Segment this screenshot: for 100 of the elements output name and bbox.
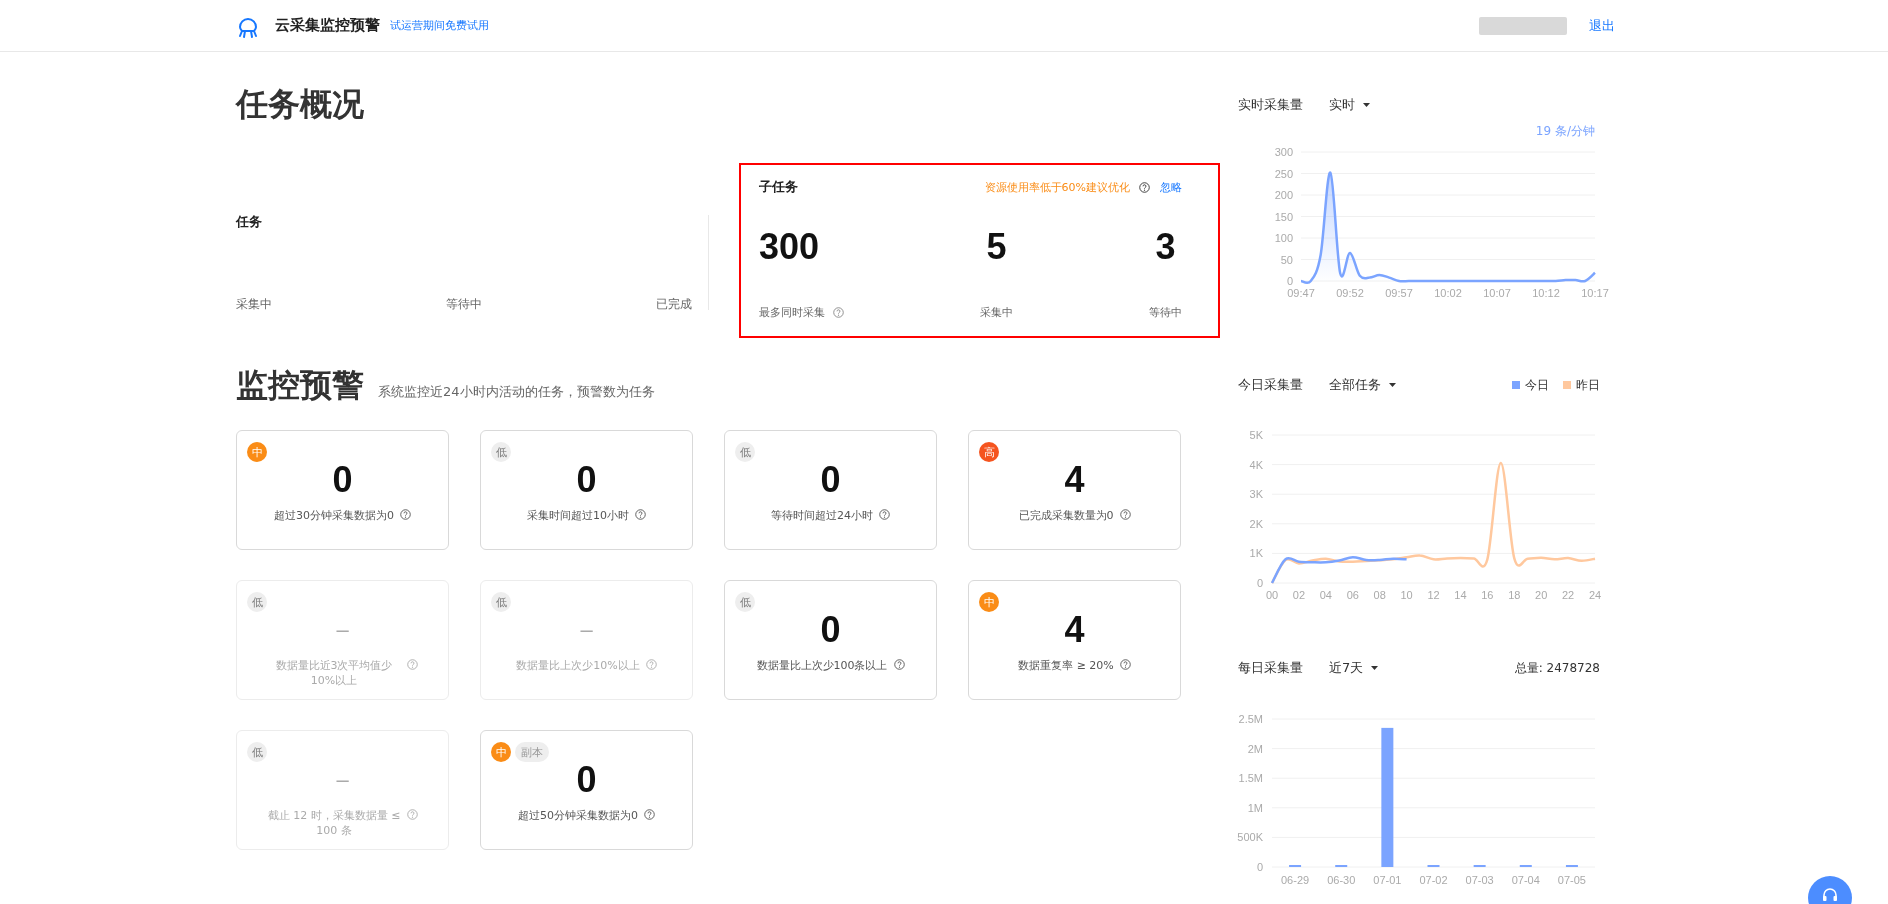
alert-count: 4 [1064, 610, 1085, 650]
help-icon[interactable] [879, 509, 890, 520]
alert-label: 截止 12 时，采集数据量 ≤ 100 条 [267, 808, 401, 838]
y-axis-label: 2.5M [1238, 713, 1263, 725]
x-axis-label: 10:07 [1483, 287, 1511, 299]
x-axis-label: 12 [1427, 589, 1440, 601]
range-dropdown[interactable]: 实时 [1329, 96, 1370, 114]
warning-text: 资源使用率低于60%建议优化 [984, 179, 1130, 195]
x-axis-label: 07-03 [1465, 874, 1494, 886]
stat-label: 采集中 [980, 305, 1013, 320]
y-axis-label: 100 [1274, 232, 1293, 244]
help-icon[interactable] [635, 509, 646, 520]
legend-label[interactable]: 今日 [1525, 376, 1549, 394]
alert-count: 0 [576, 760, 597, 800]
x-axis-label: 10 [1400, 589, 1413, 601]
logout-link[interactable]: 退出 [1589, 16, 1615, 35]
x-axis-label: 20 [1535, 589, 1548, 601]
alert-label: 数据量比上次少100条以上 [756, 658, 888, 673]
help-icon[interactable] [644, 809, 655, 820]
y-axis-label: 1K [1249, 547, 1263, 560]
help-icon[interactable] [893, 659, 905, 670]
alert-label: 采集时间超过10小时 [527, 508, 629, 523]
status-label: 等待中 [446, 296, 482, 313]
y-axis-label: 200 [1274, 189, 1293, 201]
headset-icon [1822, 888, 1838, 902]
x-axis-label: 14 [1454, 589, 1467, 601]
panel-title: 今日采集量 [1238, 376, 1303, 394]
alert-count: 4 [1064, 460, 1085, 500]
caret-icon [1371, 666, 1379, 670]
x-axis-label: 16 [1481, 589, 1494, 601]
alert-card[interactable]: 中 副本 0 超过50分钟采集数据为0 [480, 730, 693, 850]
help-icon[interactable] [833, 307, 844, 318]
status-label: 已完成 [656, 296, 692, 313]
panel-title: 子任务 [759, 178, 799, 196]
x-axis-label: 09:57 [1385, 287, 1413, 299]
y-axis-label: 3K [1249, 488, 1263, 501]
panel-title: 任务 [236, 213, 263, 231]
alert-label: 数据重复率 ≥ 20% [1018, 658, 1114, 673]
y-axis-label: 50 [1280, 253, 1293, 266]
total-count: 总量: 2478728 [1514, 659, 1600, 677]
level-badge: 低 [247, 592, 267, 612]
app-title: 云采集监控预警 [275, 16, 380, 35]
alert-label: 数据量比近3次平均值少10%以上 [274, 658, 394, 688]
x-axis-label: 10:12 [1532, 287, 1560, 299]
legend-label[interactable]: 昨日 [1576, 376, 1600, 394]
x-axis-label: 07-01 [1373, 874, 1402, 886]
x-axis-label: 07-02 [1419, 874, 1448, 886]
alert-card[interactable]: 高 4 已完成采集数量为0 [968, 430, 1181, 550]
trial-link[interactable]: 试运营期间免费试用 [390, 18, 489, 33]
stat-value: 5 [986, 225, 1007, 269]
alert-count: – [580, 616, 593, 644]
alert-count: 0 [332, 460, 353, 500]
alert-count: 0 [576, 460, 597, 500]
caret-icon [1363, 103, 1370, 107]
y-axis-label: 0 [1256, 861, 1263, 873]
x-axis-label: 07-05 [1557, 874, 1586, 886]
alert-card[interactable]: 低 0 采集时间超过10小时 [480, 430, 693, 550]
stat-value: 3 [1155, 225, 1176, 269]
x-axis-label: 22 [1561, 589, 1575, 601]
alert-count: 0 [820, 460, 841, 500]
y-axis-label: 0 [1286, 275, 1293, 287]
x-axis-label: 09:47 [1287, 287, 1315, 299]
y-axis-label: 500K [1237, 831, 1263, 844]
section-title: 监控预警 [236, 365, 364, 405]
alert-card[interactable]: 中 0 超过30分钟采集数据为0 [236, 430, 449, 550]
stat-value: 300 [759, 225, 820, 269]
stat-label: 等待中 [1149, 305, 1182, 320]
x-axis-label: 24 [1588, 589, 1602, 601]
level-badge: 中 [491, 742, 511, 762]
help-icon[interactable] [1119, 509, 1131, 520]
x-axis-label: 09:52 [1336, 287, 1364, 299]
panel-title: 实时采集量 [1238, 96, 1303, 114]
alert-count: – [336, 766, 349, 794]
y-axis-label: 1M [1247, 801, 1263, 814]
rate-text: 19 条/分钟 [1534, 123, 1596, 139]
section-title: 任务概况 [236, 84, 365, 124]
level-badge: 低 [247, 742, 267, 762]
alert-label: 数据量比上次少10%以上 [516, 658, 640, 673]
help-icon[interactable] [1119, 659, 1131, 670]
x-axis-label: 07-04 [1511, 874, 1540, 886]
alert-label: 超过30分钟采集数据为0 [274, 508, 394, 523]
x-axis-label: 10:02 [1434, 287, 1462, 299]
range-dropdown[interactable]: 近7天 [1329, 659, 1379, 677]
y-axis-label: 300 [1274, 146, 1293, 158]
stat-label: 最多同时采集 [759, 305, 825, 320]
y-axis-label: 1.5M [1238, 772, 1263, 785]
ignore-link[interactable]: 忽略 [1160, 179, 1182, 195]
x-axis-label: 08 [1373, 589, 1386, 601]
alert-card[interactable]: 低 0 等待时间超过24小时 [724, 430, 937, 550]
help-icon[interactable] [1139, 181, 1150, 193]
y-axis-label: 2K [1249, 517, 1263, 530]
help-icon[interactable] [400, 509, 411, 520]
x-axis-label: 06 [1346, 589, 1359, 601]
level-badge: 低 [491, 442, 511, 462]
alert-card[interactable]: 低 0 数据量比上次少100条以上 [724, 580, 937, 700]
x-axis-label: 10:17 [1581, 287, 1609, 299]
panel-title: 每日采集量 [1238, 659, 1303, 677]
range-dropdown[interactable]: 全部任务 [1329, 376, 1396, 394]
x-axis-label: 00 [1265, 589, 1279, 601]
alert-card[interactable]: 中 4 数据重复率 ≥ 20% [968, 580, 1181, 700]
